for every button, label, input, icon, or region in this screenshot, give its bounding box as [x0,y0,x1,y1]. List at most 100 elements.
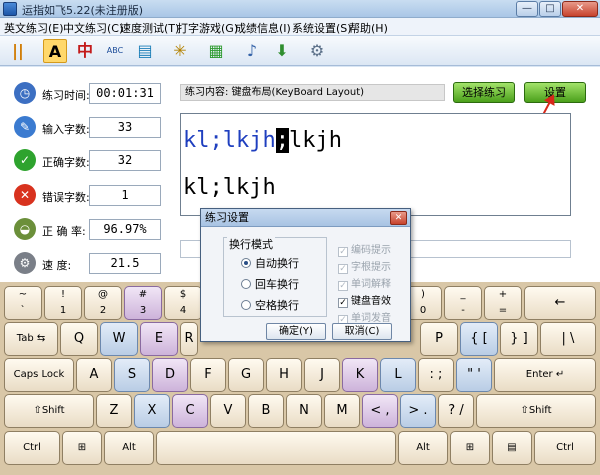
input-text-line: kl;lkjh [183,175,276,200]
key-4[interactable]: $4 [164,286,202,320]
pencil-icon: ✎ [14,116,36,138]
menu-chinese[interactable]: 中文练习(C) [63,20,123,36]
key-s[interactable]: S [114,358,150,392]
key-period[interactable]: > . [400,394,436,428]
chinese-zhong-icon[interactable]: 中 [73,39,97,63]
key-comma[interactable]: < , [362,394,398,428]
key-l[interactable]: L [380,358,416,392]
rate-icon: ◒ [14,218,36,240]
key-ctrl-right[interactable]: Ctrl [534,431,596,465]
key-f[interactable]: F [190,358,226,392]
menu-typing-game[interactable]: 打字游戏(G) [177,20,238,36]
book-icon[interactable]: ▤ [133,39,157,63]
toolbar: || A 中 ABC ▤ ✳ ▦ ♪ ⬇ ⚙ [0,36,600,66]
key-alt-left[interactable]: Alt [104,431,154,465]
key-equal[interactable]: + = [484,286,522,320]
key-bracket-right[interactable]: } ] [500,322,538,356]
stat-label: 正确字数: [42,156,90,169]
key-p[interactable]: P [420,322,458,356]
key-shift-right[interactable]: ⇧Shift [476,394,596,428]
check-key-sound[interactable]: ✓ 键盘音效 [338,292,391,308]
stat-input-count: ✎ 输入字数: 33 [12,116,162,140]
ok-button[interactable]: 确定(Y) [266,323,326,340]
keyboard-abc-icon[interactable]: ABC [103,39,127,63]
practice-content-label: 练习内容: 键盘布局(KeyBoard Layout) [180,84,445,101]
key-w[interactable]: W [100,322,138,356]
key-space[interactable] [156,431,396,465]
select-practice-button[interactable]: 选择练习 [453,82,515,103]
key-semicolon[interactable]: : ; [418,358,454,392]
key-win-left[interactable]: ⊞ [62,431,102,465]
key-r[interactable]: R [180,322,198,356]
speaker-icon[interactable]: ♪ [240,39,264,63]
key-menu[interactable]: ▤ [492,431,532,465]
download-icon[interactable]: ⬇ [270,39,294,63]
close-button[interactable]: ✕ [562,1,598,17]
key-tab[interactable]: Tab ⇆ [4,322,58,356]
radio-button[interactable] [241,258,251,268]
key-2[interactable]: @2 [84,286,122,320]
key-k[interactable]: K [342,358,378,392]
stat-correct-count: ✓ 正确字数: 32 [12,149,162,173]
key-1[interactable]: ! 1 [44,286,82,320]
key-h[interactable]: H [266,358,302,392]
practice-text-area[interactable]: kl;lkjh;lkjh kl;lkjh [180,113,571,216]
key-win-right[interactable]: ⊞ [450,431,490,465]
cancel-button[interactable]: 取消(C) [332,323,392,340]
key-bracket-left[interactable]: { [ [460,322,498,356]
radio-enter-wrap[interactable]: 回车换行 [241,276,299,292]
pause-icon[interactable]: || [6,39,30,63]
key-alt-right[interactable]: Alt [398,431,448,465]
menu-speed-test[interactable]: 速度测试(T) [120,20,179,36]
key-minus[interactable]: _ - [444,286,482,320]
stat-label: 错误字数: [42,191,90,204]
speed-icon: ⚙ [14,252,36,274]
window-title: 运指如飞5.22(未注册版) [22,4,144,17]
key-z[interactable]: Z [96,394,132,428]
key-backtick[interactable]: ~ ` [4,286,42,320]
key-n[interactable]: N [286,394,322,428]
key-quote[interactable]: " ' [456,358,492,392]
stat-practice-time: ◷ 练习时间: 00:01:31 [12,82,162,106]
green-book-icon[interactable]: ▦ [204,39,228,63]
key-m[interactable]: M [324,394,360,428]
group-title: 换行模式 [227,236,275,252]
key-c[interactable]: C [172,394,208,428]
bee-icon[interactable]: ✳ [168,39,192,63]
stat-error-count: ✕ 错误字数: 1 [12,184,162,208]
key-x[interactable]: X [134,394,170,428]
key-shift-left[interactable]: ⇧Shift [4,394,94,428]
menu-system-settings[interactable]: 系统设置(S) [292,20,352,36]
check-word-explain: ✓ 单词解释 [338,279,391,291]
key-3[interactable]: #3 [124,286,162,320]
minimize-button[interactable]: — [516,1,538,17]
key-d[interactable]: D [152,358,188,392]
maximize-button[interactable]: □ [539,1,561,17]
key-backspace[interactable]: ← [524,286,596,320]
key-caps-lock[interactable]: Caps Lock [4,358,74,392]
key-e[interactable]: E [140,322,178,356]
stat-accuracy: ◒ 正 确 率: 96.97% [12,218,162,242]
key-a[interactable]: A [76,358,112,392]
stat-label: 正 确 率: [42,225,86,238]
stat-value: 33 [89,117,161,138]
key-b[interactable]: B [248,394,284,428]
radio-button[interactable] [241,279,251,289]
english-a-icon[interactable]: A [43,39,67,63]
gear-icon[interactable]: ⚙ [305,39,329,63]
radio-space-wrap[interactable]: 空格换行 [241,297,299,313]
radio-auto-wrap[interactable]: 自动换行 [241,255,299,271]
key-slash[interactable]: ? / [438,394,474,428]
dialog-close-icon[interactable]: ✕ [390,211,407,225]
key-g[interactable]: G [228,358,264,392]
key-v[interactable]: V [210,394,246,428]
key-backslash[interactable]: | \ [540,322,596,356]
menu-help[interactable]: 帮助(H) [349,20,388,36]
menu-scores[interactable]: 成绩信息(I) [235,20,291,36]
key-j[interactable]: J [304,358,340,392]
key-ctrl-left[interactable]: Ctrl [4,431,60,465]
key-q[interactable]: Q [60,322,98,356]
key-enter[interactable]: Enter ↵ [494,358,596,392]
menu-english[interactable]: 英文练习(E) [4,20,64,36]
radio-button[interactable] [241,300,251,310]
